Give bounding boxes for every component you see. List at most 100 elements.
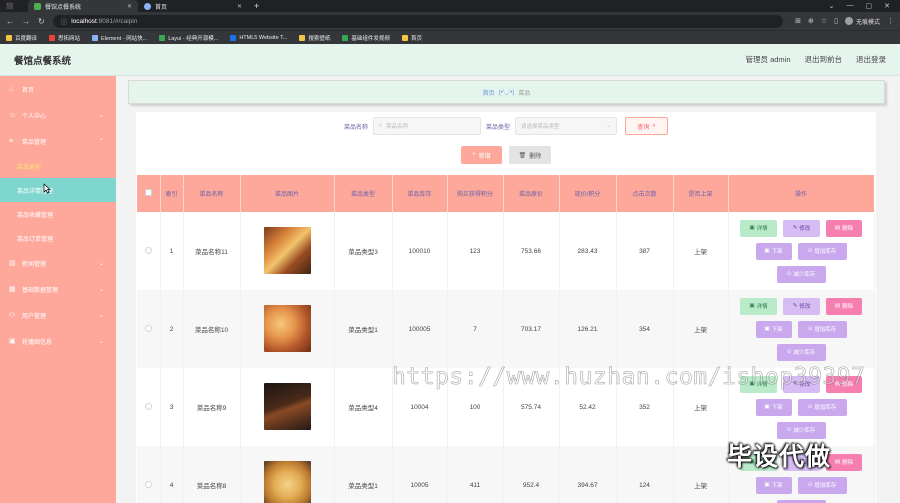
cell-clicks: 352 [616,368,674,446]
delete-button[interactable]: ▤ 删除 [826,453,862,471]
cell-stock: 10004 [392,368,448,446]
bookmark-item[interactable]: 基础组件发视频 [342,34,390,42]
sidebar-item-dish-management[interactable]: ≡ 菜品管理 ⌃ [0,128,116,154]
bookmark-item[interactable]: 思拓网站 [49,34,80,42]
off-shelf-button[interactable]: ▣ 下架 [755,320,792,338]
edit-button[interactable]: ✎ 修改 [783,219,820,237]
sidebar-item-home[interactable]: ⌂ 首页 [0,76,116,102]
bookmark-item[interactable]: 首页 [401,34,422,42]
close-window-icon[interactable]: ✕ [884,2,890,10]
new-tab-icon[interactable]: + [254,1,259,11]
minimize-icon[interactable]: — [847,2,854,10]
close-tab-icon[interactable]: ✕ [127,3,132,10]
add-stock-button[interactable]: ⊙ 增加库存 [797,320,847,338]
incognito-indicator[interactable]: 无痕模式 [844,17,880,26]
pencil-icon: ✎ [792,381,798,387]
reduce-stock-button[interactable]: ⊙减少库存 [776,499,826,503]
sidebar-subitem-dish-orders[interactable]: 菜品订单管理 [0,226,116,250]
tab-active[interactable]: 餐馆点餐系统 ✕ [28,0,138,12]
reduce-stock-button[interactable]: ⊙减少库存 [776,343,826,361]
add-stock-button[interactable]: ⊙ 增加库存 [797,242,847,260]
row-select-cell[interactable] [137,290,161,368]
row-checkbox[interactable] [144,480,152,488]
query-button[interactable]: 查询 ⌕ [625,117,669,135]
bookmark-item[interactable]: Element - 网站快... [92,34,147,42]
select-all-cell[interactable] [137,175,161,212]
bookmark-item[interactable]: HTML5 Website T... [230,34,287,41]
detail-button[interactable]: ▣ 详情 [740,297,777,315]
sidebar-item-news[interactable]: ▤ 新闻管理 ⌄ [0,250,116,276]
maximize-icon[interactable]: ▢ [866,2,873,10]
off-shelf-button[interactable]: ▣ 下架 [755,398,792,416]
row-select-cell[interactable] [137,446,161,503]
detail-button[interactable]: ▣ 详情 [740,453,777,471]
url-field[interactable]: ⓘ localhost:8081/#/caipin [52,14,783,28]
logout-link[interactable]: 退出登录 [856,54,886,65]
delete-button[interactable]: ▤ 删除 [826,297,862,315]
sidebar-item-users[interactable]: ⚇ 用户管理 ⌄ [0,302,116,328]
reduce-stock-button[interactable]: ⊙减少库存 [776,265,826,283]
detail-button[interactable]: ▣ 详情 [740,375,777,393]
row-select-cell[interactable] [137,368,161,446]
bookmark-item[interactable]: 搜索壁纸 [299,34,330,42]
off-shelf-button[interactable]: ▣ 下架 [755,476,792,494]
info-icon: ⓘ [60,19,68,26]
tab-inactive[interactable]: 首页 ✕ [138,0,248,12]
close-tab-icon[interactable]: ✕ [237,3,242,10]
off-shelf-button[interactable]: ▣ 下架 [755,242,792,260]
back-arrow-icon[interactable]: ← [6,17,14,26]
sidebar-item-carousel[interactable]: ▣ 轮播图信息 ⌄ [0,328,116,354]
row-select-cell[interactable] [137,212,161,290]
sidebar-subitem-dish-detail[interactable]: 菜品详情管理 [0,178,116,202]
add-stock-icon: ⊙ [807,482,813,488]
sidebar-item-label: 基础数据管理 [22,287,59,294]
cell-name: 菜品名称11 [183,212,241,290]
cell-status: 上架 [673,290,729,368]
reduce-stock-button[interactable]: ⊙减少库存 [776,421,826,439]
star-icon[interactable]: ☆ [821,17,827,25]
side-panel-icon[interactable]: ▯ [834,17,838,25]
edit-button[interactable]: ✎ 修改 [783,297,820,315]
add-button[interactable]: + 新增 [461,146,502,164]
mouse-cursor-icon [43,183,51,194]
breadcrumb: 首页 (•'◡'•) 菜品 [128,80,885,104]
type-select[interactable]: 请选择菜品类型 ⌄ [515,117,618,135]
row-checkbox[interactable] [144,324,152,332]
add-stock-button[interactable]: ⊙ 增加库存 [797,476,847,494]
window-menu-icon[interactable]: ⬛ [6,3,13,10]
detail-button[interactable]: ▣ 详情 [740,219,777,237]
bookmark-item[interactable]: Layui - 经典开源模... [159,34,218,42]
sidebar-item-base-data[interactable]: ▦ 基础数据管理 ⌄ [0,276,116,302]
table-row: 3 菜品名称9 菜品类型4 10004 100 575.74 52.42 352 上架 ▣ 详情 ✎ 修… [137,368,875,446]
edit-button[interactable]: ✎ 修改 [783,453,820,471]
cell-index: 4 [160,446,184,503]
chevron-down-icon[interactable]: ⌄ [829,2,835,10]
name-search-input[interactable]: ⌕ 菜品名称 [373,117,481,135]
batch-delete-button[interactable]: 🗑 删除 [509,146,551,164]
url-path: :8081/#/caipin [96,17,138,25]
forward-arrow-icon[interactable]: → [22,17,30,26]
select-all-checkbox[interactable] [144,189,152,196]
chevron-down-icon: ⌄ [98,260,104,267]
delete-button[interactable]: ▤ 删除 [826,219,862,237]
cell-points: 123 [447,212,504,290]
breadcrumb-home[interactable]: 首页 [483,88,495,97]
sidebar-item-profile[interactable]: ☺ 个人中心 ⌄ [0,102,116,128]
reduce-stock-icon: ⊙ [786,427,792,433]
add-stock-button[interactable]: ⊙ 增加库存 [797,398,847,416]
delete-button[interactable]: ▤ 删除 [826,375,862,393]
row-checkbox[interactable] [144,402,152,410]
sidebar-subitem-dish-type[interactable]: 菜品类型 [0,154,116,178]
sidebar-subitem-dish-favorites[interactable]: 菜品收藏管理 [0,202,116,226]
back-to-front-link[interactable]: 退出到前台 [805,54,843,65]
edit-button[interactable]: ✎ 修改 [783,375,820,393]
reload-icon[interactable]: ↻ [38,17,45,26]
translate-icon[interactable]: ⊞ [795,17,801,25]
zoom-icon[interactable]: ⊕ [808,17,814,25]
tab-title: 首页 [155,4,168,11]
cell-index: 1 [160,212,184,290]
bookmark-item[interactable]: 百度翻译 [6,34,37,42]
more-menu-icon[interactable]: ⋮ [887,17,894,25]
detail-icon: ▣ [749,381,755,387]
row-checkbox[interactable] [144,246,152,254]
